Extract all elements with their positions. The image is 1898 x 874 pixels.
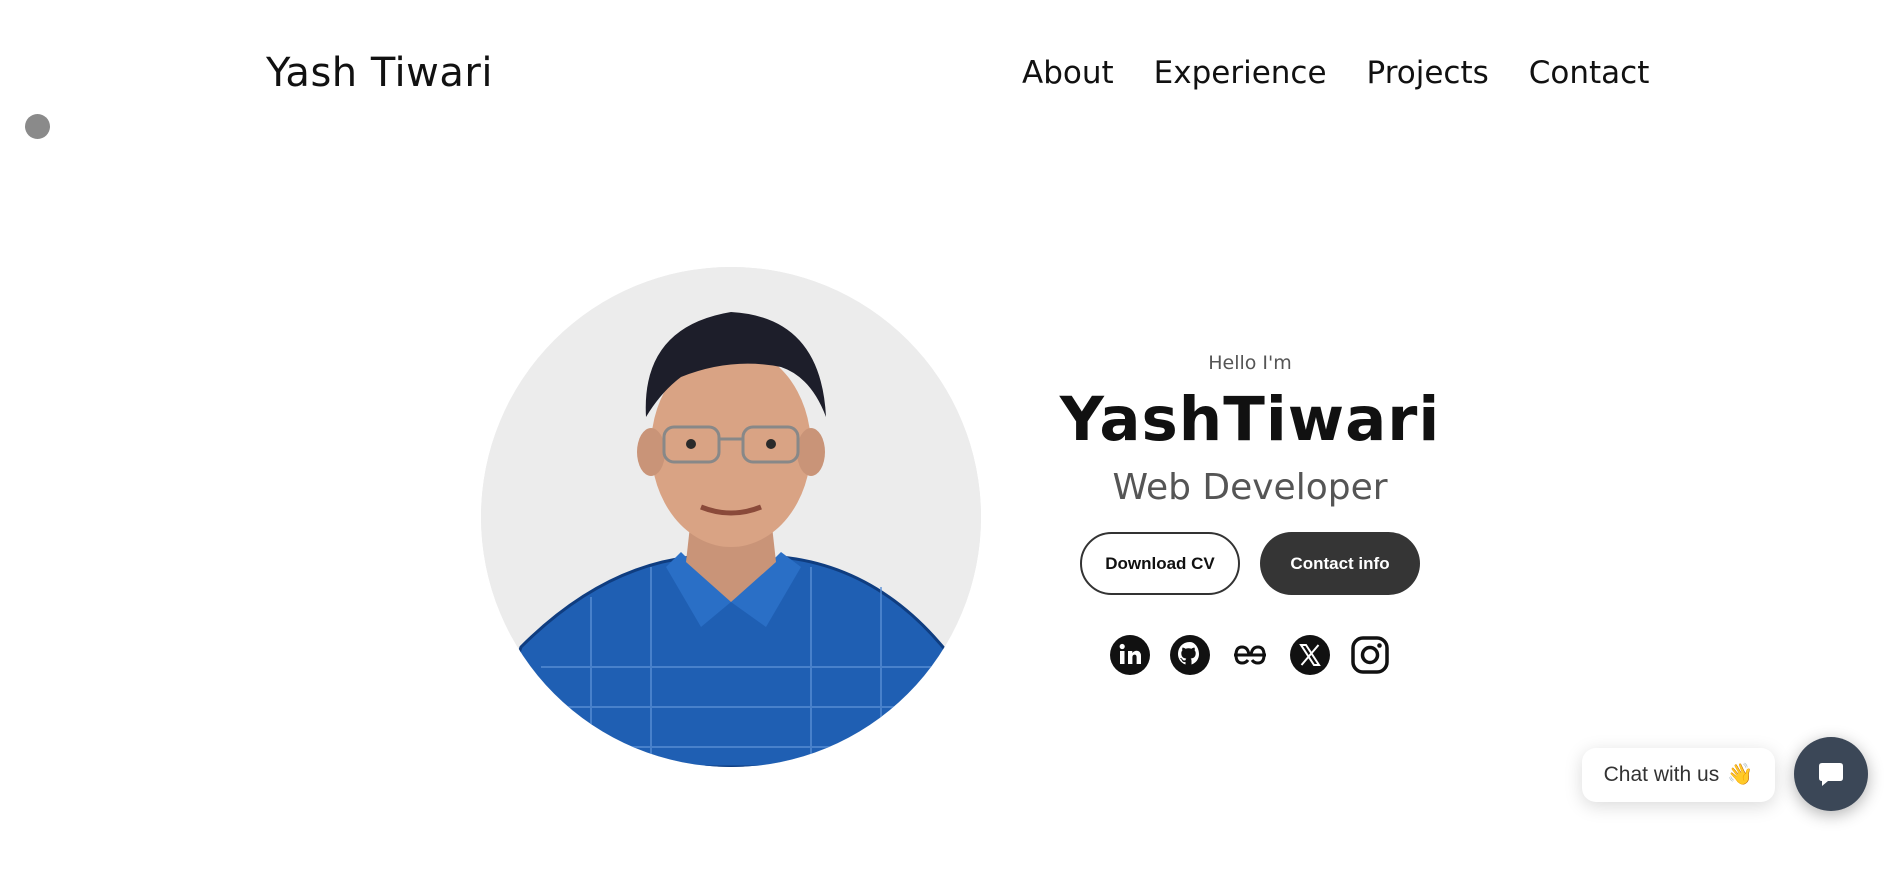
- contact-info-button[interactable]: Contact info: [1260, 532, 1420, 595]
- download-cv-button[interactable]: Download CV: [1080, 532, 1240, 595]
- main-nav: About Experience Projects Contact: [1022, 55, 1649, 91]
- nav-contact[interactable]: Contact: [1529, 55, 1650, 91]
- hero-buttons: Download CV Contact info: [1000, 532, 1500, 595]
- github-icon[interactable]: [1170, 635, 1210, 675]
- cursor-dot: [25, 114, 50, 139]
- chat-icon: [1819, 763, 1843, 786]
- greeting-text: Hello I'm: [1208, 352, 1292, 374]
- hero-role: Web Developer: [1112, 467, 1388, 508]
- chat-launcher-button[interactable]: [1794, 737, 1868, 811]
- chat-label: Chat with us: [1603, 763, 1720, 786]
- nav-about[interactable]: About: [1022, 55, 1114, 91]
- hero-name: YashTiwari: [1059, 384, 1441, 455]
- linkedin-icon[interactable]: [1110, 635, 1150, 675]
- x-icon[interactable]: [1290, 635, 1330, 675]
- site-logo-text[interactable]: Yash Tiwari: [266, 50, 493, 96]
- instagram-icon[interactable]: [1350, 635, 1390, 675]
- nav-projects[interactable]: Projects: [1367, 55, 1489, 91]
- chat-with-us-prompt[interactable]: Chat with us 👋: [1582, 748, 1775, 802]
- wave-emoji-icon: 👋: [1727, 763, 1754, 786]
- geeksforgeeks-icon[interactable]: [1230, 635, 1270, 675]
- hero-intro: Hello I'm YashTiwari Web Developer Downl…: [1000, 352, 1500, 675]
- nav-experience[interactable]: Experience: [1154, 55, 1327, 91]
- profile-photo: [481, 267, 981, 767]
- social-links: [1000, 635, 1500, 675]
